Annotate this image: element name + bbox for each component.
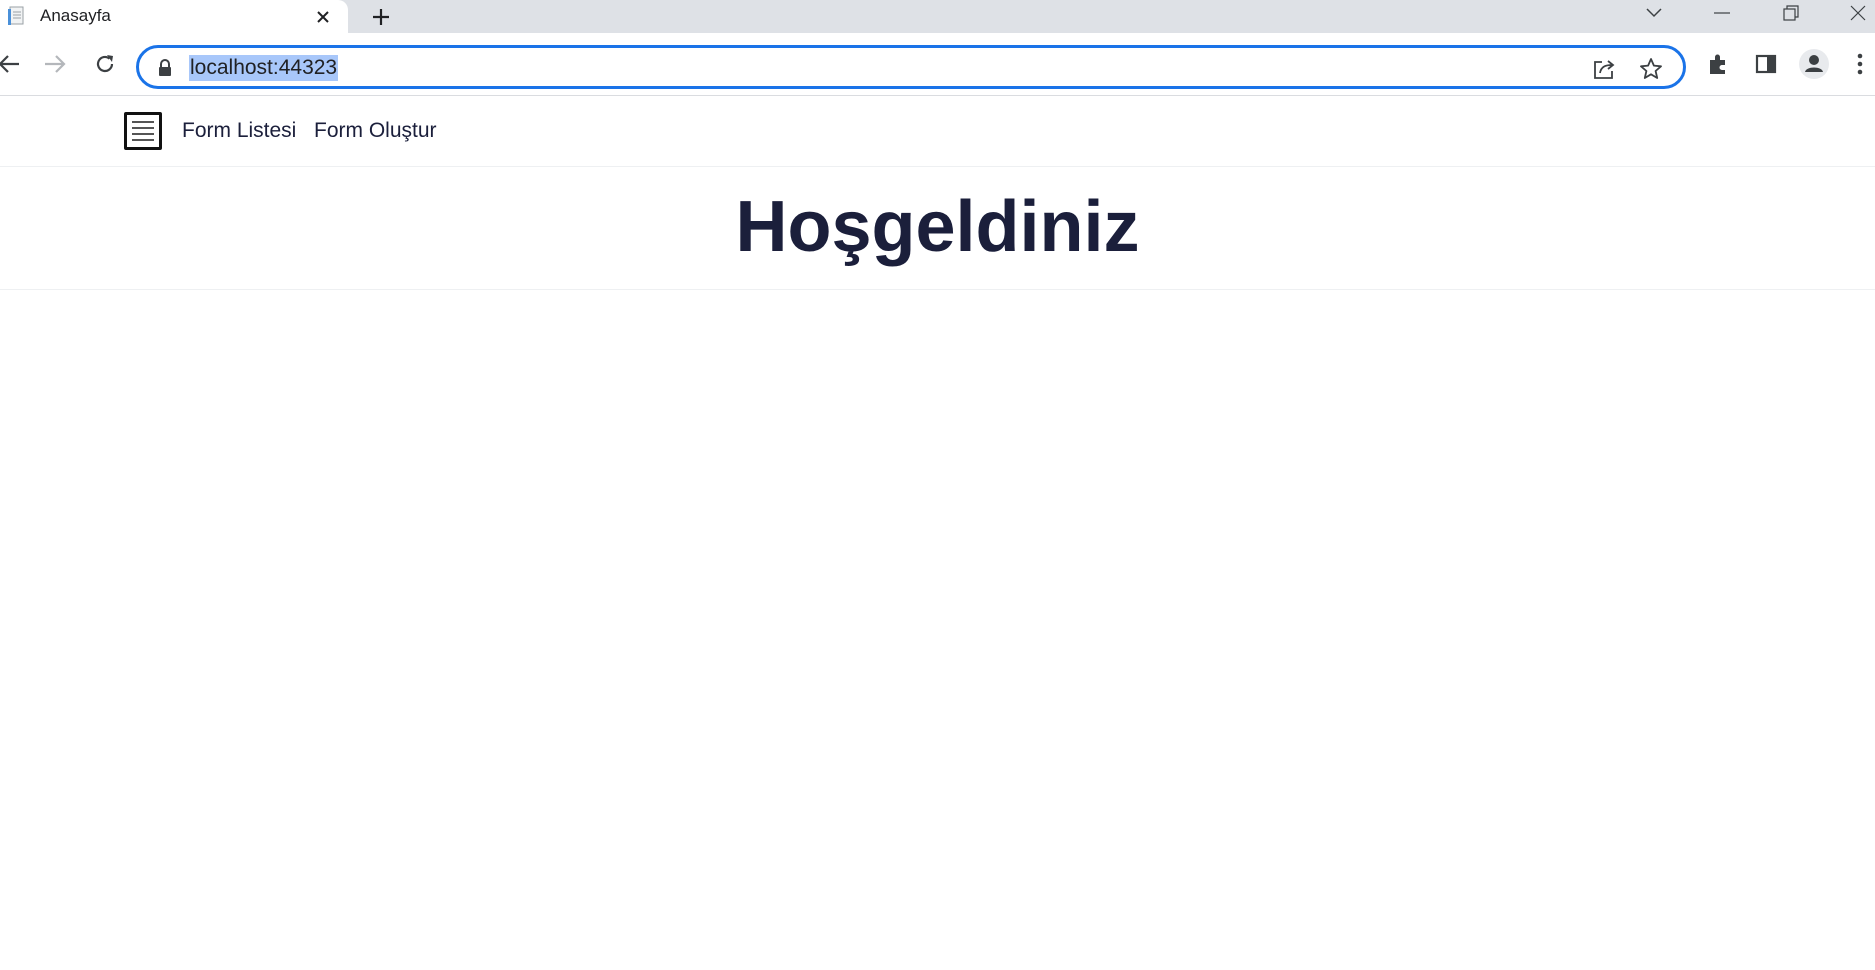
hamburger-icon[interactable] <box>124 112 162 150</box>
profile-icon[interactable] <box>1797 47 1831 81</box>
tab-strip: Anasayfa <box>0 0 1875 33</box>
back-icon[interactable] <box>0 47 26 81</box>
restore-icon[interactable] <box>1771 0 1811 26</box>
new-tab-icon[interactable] <box>366 2 396 32</box>
nav-link-form-listesi[interactable]: Form Listesi <box>182 118 296 144</box>
lock-icon[interactable] <box>157 59 173 77</box>
bookmark-star-icon[interactable] <box>1636 54 1666 84</box>
reload-icon[interactable] <box>88 47 122 81</box>
site-navbar: Form Listesi Form Oluştur <box>0 97 1875 167</box>
extensions-icon[interactable] <box>1701 47 1735 81</box>
nav-link-form-olustur[interactable]: Form Oluştur <box>314 118 437 144</box>
browser-toolbar: localhost:44323 <box>0 33 1875 96</box>
close-tab-icon[interactable] <box>310 4 336 30</box>
page-title: Hoşgeldiniz <box>735 187 1140 267</box>
url-text[interactable]: localhost:44323 <box>189 55 339 81</box>
browser-tab[interactable]: Anasayfa <box>0 0 348 33</box>
forward-icon[interactable] <box>38 47 72 81</box>
document-icon <box>6 5 28 27</box>
menu-icon[interactable] <box>1845 47 1875 81</box>
tab-title: Anasayfa <box>40 6 111 25</box>
side-panel-icon[interactable] <box>1749 47 1783 81</box>
minimize-icon[interactable] <box>1702 0 1742 26</box>
close-window-icon[interactable] <box>1840 0 1875 26</box>
address-bar[interactable]: localhost:44323 <box>136 45 1686 89</box>
hero-section: Hoşgeldiniz <box>0 168 1875 290</box>
share-icon[interactable] <box>1589 54 1619 84</box>
tab-search-icon[interactable] <box>1634 0 1674 26</box>
